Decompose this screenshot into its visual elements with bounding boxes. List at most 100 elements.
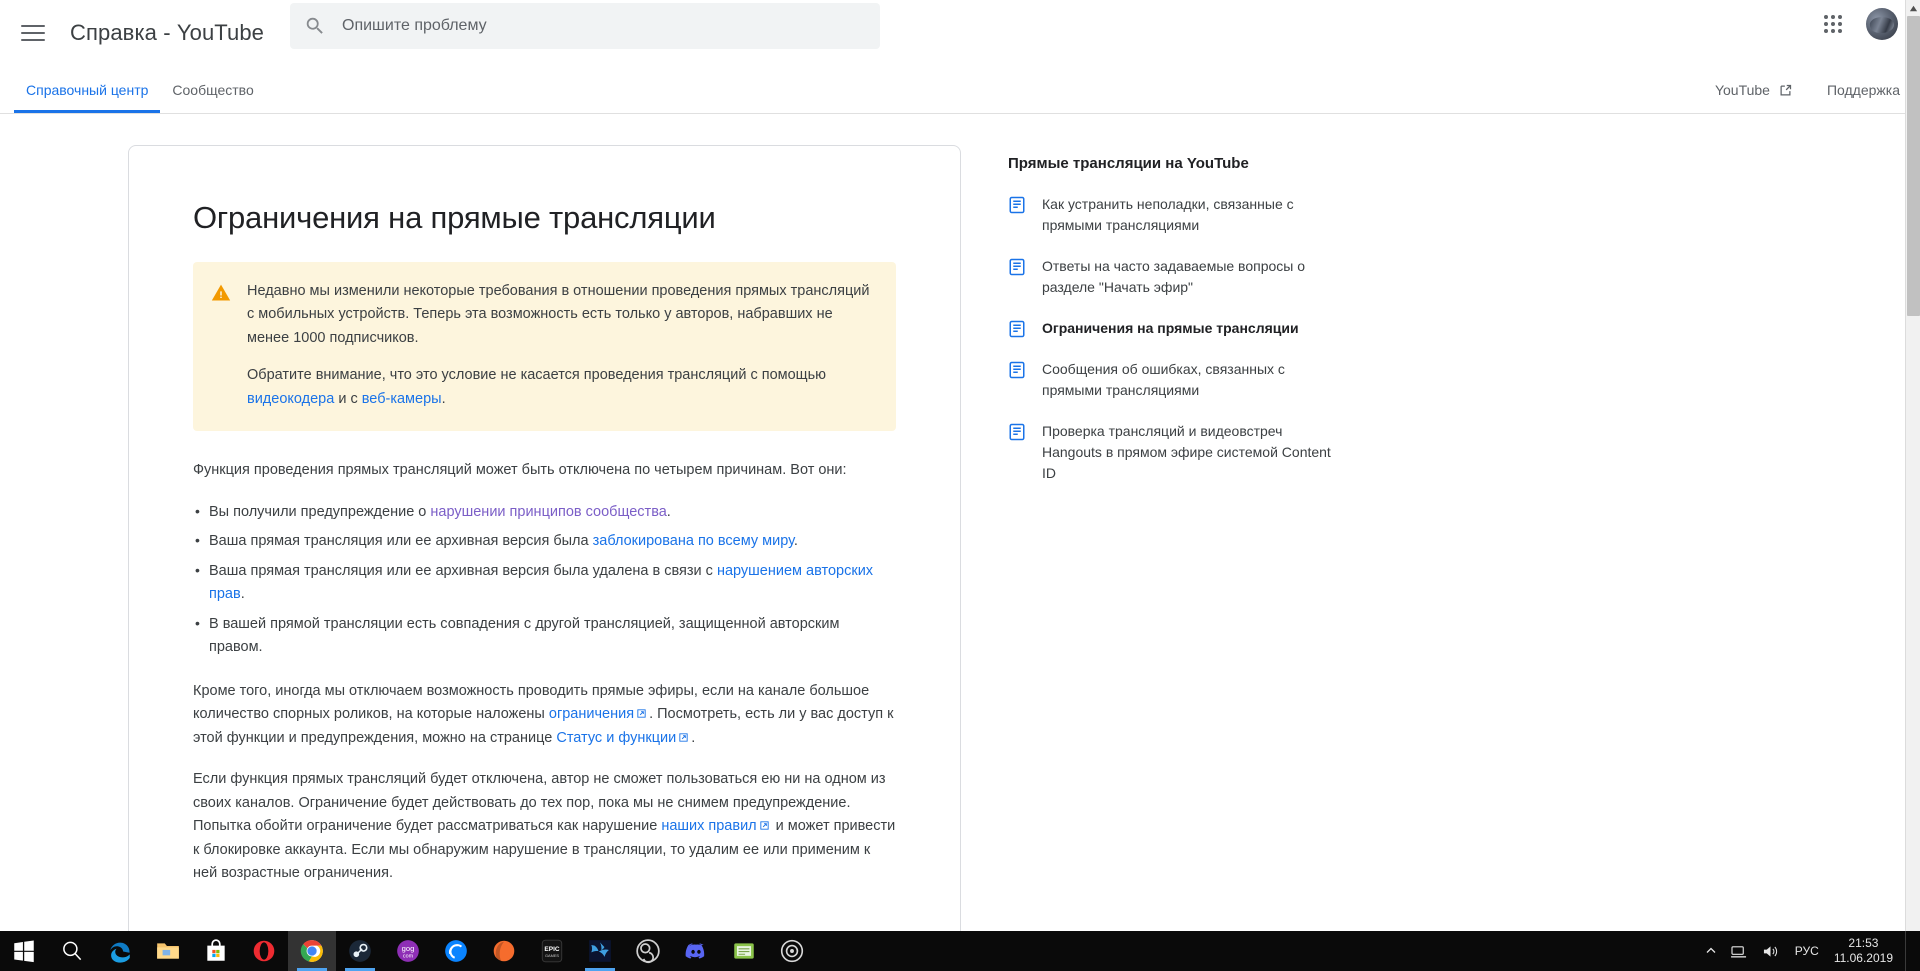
link-status-and-features[interactable]: Статус и функции <box>556 730 676 746</box>
svg-text:GAMES: GAMES <box>545 953 559 958</box>
warning-triangle-icon <box>211 284 231 301</box>
external-link-icon <box>679 733 688 742</box>
taskbar-opera[interactable] <box>240 931 288 971</box>
nav-tabbar: Справочный центр Сообщество YouTube Подд… <box>0 66 1920 114</box>
search-taskbar-button[interactable] <box>48 931 96 971</box>
store-bag-icon <box>207 939 225 961</box>
reason-4-text: В вашей прямой трансляции есть совпадени… <box>209 615 840 656</box>
tab-community[interactable]: Сообщество <box>160 66 265 113</box>
start-button[interactable] <box>0 931 48 971</box>
taskbar-obs[interactable] <box>624 931 672 971</box>
callout-p2-text-after: . <box>441 390 446 407</box>
network-icon[interactable] <box>1724 931 1755 971</box>
rail-item-faq[interactable]: Ответы на часто задаваемые вопросы о раз… <box>1008 256 1338 298</box>
document-icon <box>1009 258 1025 276</box>
discord-icon <box>685 943 705 959</box>
taskbar-uplay[interactable] <box>432 931 480 971</box>
taskbar-notepad[interactable] <box>720 931 768 971</box>
scrollbar-thumb[interactable] <box>1907 16 1920 316</box>
tab-help-center[interactable]: Справочный центр <box>14 66 160 113</box>
reason-2-before: Ваша прямая трансляция или ее архивная в… <box>209 533 593 550</box>
document-icon <box>1009 320 1025 338</box>
svg-text:gog: gog <box>402 944 415 953</box>
article-title: Ограничения на прямые трансляции <box>193 200 716 235</box>
scroll-up-arrow-icon[interactable] <box>1906 0 1920 16</box>
rail-item-label: Ответы на часто задаваемые вопросы о раз… <box>1042 258 1306 295</box>
link-videokoder[interactable]: видеокодера <box>247 391 334 407</box>
search-icon <box>306 17 323 34</box>
external-link-icon <box>637 709 646 718</box>
obs-icon <box>636 939 660 964</box>
paragraph-disabled-feature: Если функция прямых трансляций будет отк… <box>193 768 896 885</box>
rail-item-label: Сообщения об ошибках, связанных с прямым… <box>1042 361 1285 398</box>
link-restrictions[interactable]: ограничения <box>549 706 634 722</box>
document-icon <box>1009 196 1025 214</box>
battlenet-icon <box>589 940 611 962</box>
reason-3-after: . <box>240 586 245 603</box>
link-webcamera[interactable]: веб-камеры <box>362 391 442 407</box>
list-item: В вашей прямой трансляции есть совпадени… <box>193 612 896 660</box>
windows-taskbar: gog com EPIC GAMES РУС 21:53 11.06.2019 <box>0 931 1920 971</box>
link-community-guidelines[interactable]: нарушении принципов сообщества <box>430 504 666 520</box>
epic-games-icon: EPIC GAMES <box>541 939 563 963</box>
document-icon <box>1009 423 1025 441</box>
external-link-icon <box>1780 84 1792 95</box>
rail-item-errors[interactable]: Сообщения об ошибках, связанных с прямым… <box>1008 359 1338 401</box>
paragraph-restrictions: Кроме того, иногда мы отключаем возможно… <box>193 680 896 750</box>
taskbar-epic-games[interactable]: EPIC GAMES <box>528 931 576 971</box>
clock-time: 21:53 <box>1848 936 1879 950</box>
desktop-screen: Справка - YouTube Справочный центр Сообщ… <box>0 0 1920 971</box>
svg-text:EPIC: EPIC <box>544 946 559 953</box>
show-hidden-icons-chevron[interactable] <box>1698 931 1724 971</box>
taskbar-origin[interactable] <box>480 931 528 971</box>
content-area: Ограничения на прямые трансляции Недавно… <box>0 114 1920 931</box>
taskbar-microsoft-store[interactable] <box>192 931 240 971</box>
taskbar-gog-galaxy[interactable]: gog com <box>384 931 432 971</box>
support-link[interactable]: Поддержка <box>1827 82 1900 98</box>
rail-item-label: Проверка трансляций и видеовстреч Hangou… <box>1042 423 1331 481</box>
help-center-header: Справка - YouTube <box>0 0 1920 66</box>
page-scrollbar[interactable] <box>1905 0 1920 931</box>
reason-3-before: Ваша прямая трансляция или ее архивная в… <box>209 562 717 579</box>
rail-item-label: Ограничения на прямые трансляции <box>1042 320 1299 336</box>
taskbar-discord[interactable] <box>672 931 720 971</box>
chrome-icon <box>300 940 323 962</box>
search-input[interactable] <box>340 16 866 36</box>
system-tray: РУС 21:53 11.06.2019 <box>1698 931 1920 971</box>
google-apps-grid-icon[interactable] <box>1818 9 1848 39</box>
rail-item-content-id[interactable]: Проверка трансляций и видеовстреч Hangou… <box>1008 421 1338 484</box>
hamburger-menu-icon[interactable] <box>18 18 48 48</box>
page-title: Справка - YouTube <box>70 20 265 45</box>
svg-text:com: com <box>403 954 414 960</box>
rail-item-restrictions[interactable]: Ограничения на прямые трансляции <box>1008 318 1338 339</box>
youtube-external-link[interactable]: YouTube <box>1715 82 1793 98</box>
reason-2-after: . <box>793 533 798 550</box>
reason-1-after: . <box>666 503 671 520</box>
taskbar-file-explorer[interactable] <box>144 931 192 971</box>
gog-icon: gog com <box>397 940 419 962</box>
youtube-link-label: YouTube <box>1714 82 1770 98</box>
clock[interactable]: 21:53 11.06.2019 <box>1828 931 1905 971</box>
article-card: Ограничения на прямые трансляции Недавно… <box>128 145 961 931</box>
taskbar-chrome[interactable] <box>288 931 336 971</box>
language-indicator[interactable]: РУС <box>1786 931 1828 971</box>
list-item: Ваша прямая трансляция или ее архивная в… <box>193 559 896 607</box>
avatar[interactable] <box>1866 8 1898 40</box>
intro-paragraph: Функция проведения прямых трансляций мож… <box>193 462 847 479</box>
show-desktop-button[interactable] <box>1905 931 1912 971</box>
search-box[interactable] <box>290 3 880 49</box>
rail-item-troubleshoot[interactable]: Как устранить неполадки, связанные с пря… <box>1008 194 1338 236</box>
notepad-icon <box>734 943 754 959</box>
edge-icon <box>110 942 130 963</box>
link-our-policies[interactable]: наших правил <box>661 818 756 834</box>
browser-viewport: Справка - YouTube Справочный центр Сообщ… <box>0 0 1920 931</box>
reasons-list: Вы получили предупреждение о нарушении п… <box>193 500 896 660</box>
volume-icon[interactable] <box>1755 931 1786 971</box>
taskbar-battlenet[interactable] <box>576 931 624 971</box>
taskbar-edge[interactable] <box>96 931 144 971</box>
taskbar-steam[interactable] <box>336 931 384 971</box>
taskbar-app-circle[interactable] <box>768 931 816 971</box>
target-circle-icon <box>780 939 804 963</box>
link-blocked-worldwide[interactable]: заблокирована по всему миру <box>593 533 794 549</box>
clock-date: 11.06.2019 <box>1833 951 1893 965</box>
